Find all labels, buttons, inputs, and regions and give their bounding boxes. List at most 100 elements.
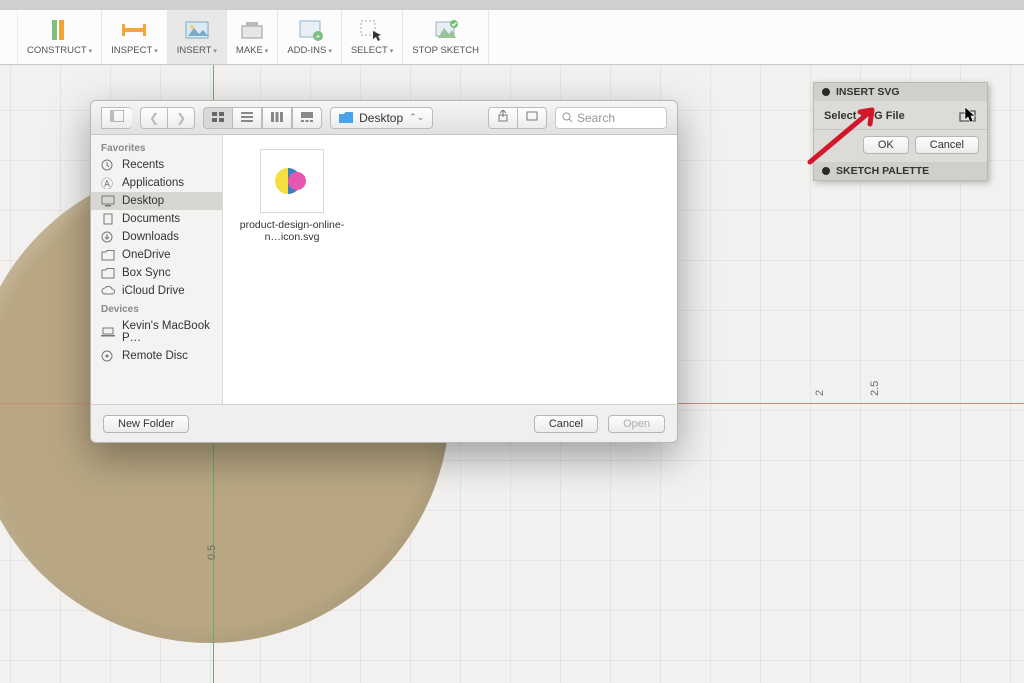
- inspect-label: INSPECT: [111, 45, 158, 56]
- sidebar-item-label: Recents: [122, 159, 164, 171]
- inspect-icon: [120, 18, 148, 42]
- dialog-open-button[interactable]: Open: [608, 415, 665, 433]
- insert-svg-panel[interactable]: INSERT SVG Select SVG File OK Cancel SKE…: [813, 82, 988, 181]
- toolbar-edge: [0, 10, 18, 64]
- sidebar-item-applications[interactable]: Ⓐ Applications: [91, 174, 222, 192]
- panel-ok-button[interactable]: OK: [863, 136, 909, 154]
- view-icons-button[interactable]: [203, 107, 232, 129]
- select-file-label: Select SVG File: [824, 110, 905, 122]
- sidebar-toggle-button[interactable]: [101, 107, 132, 129]
- construct-menu[interactable]: CONSTRUCT: [18, 10, 102, 64]
- cloud-icon: [101, 285, 115, 297]
- share-button[interactable]: [488, 107, 517, 129]
- tags-button[interactable]: [517, 107, 547, 129]
- dimension-label: 2: [814, 390, 826, 396]
- panel-header[interactable]: INSERT SVG: [814, 83, 987, 101]
- sidebar-item-downloads[interactable]: Downloads: [91, 228, 222, 246]
- grid-icon: [212, 112, 224, 122]
- insert-icon: [183, 18, 211, 42]
- sidebar-item-box-sync[interactable]: Box Sync: [91, 264, 222, 282]
- search-field[interactable]: Search: [555, 107, 667, 129]
- folder-icon: [101, 249, 115, 261]
- panel-actions: OK Cancel: [814, 129, 987, 162]
- sidebar-item-label: Desktop: [122, 195, 164, 207]
- sidebar-item-onedrive[interactable]: OneDrive: [91, 246, 222, 264]
- sidebar-item-label: OneDrive: [122, 249, 171, 261]
- file-area[interactable]: product-design-online-n…icon.svg: [223, 135, 677, 404]
- new-folder-button[interactable]: New Folder: [103, 415, 189, 433]
- addins-label: ADD-INS: [287, 45, 332, 56]
- select-icon: [358, 18, 386, 42]
- insert-menu[interactable]: INSERT: [168, 10, 227, 64]
- stop-sketch-icon: [432, 18, 460, 42]
- sidebar-item-remote-disc[interactable]: Remote Disc: [91, 347, 222, 365]
- forward-button[interactable]: ❯: [167, 107, 195, 129]
- view-list-button[interactable]: [232, 107, 262, 129]
- window-top-stripe: [0, 0, 1024, 10]
- sidebar-icon: [110, 110, 124, 122]
- dimension-label: 2.5: [869, 381, 881, 396]
- sidebar-item-label: Documents: [122, 213, 180, 225]
- action-seg[interactable]: [488, 107, 547, 129]
- back-button[interactable]: ❮: [140, 107, 167, 129]
- dimension-label: 0.5: [206, 545, 218, 560]
- sidebar-item-icloud-drive[interactable]: iCloud Drive: [91, 282, 222, 300]
- sidebar-item-label: Applications: [122, 177, 184, 189]
- sidebar-toggle-seg[interactable]: [101, 107, 132, 129]
- sidebar-item-recents[interactable]: Recents: [91, 156, 222, 174]
- laptop-icon: [101, 326, 115, 338]
- file-open-dialog[interactable]: ❮ ❯ Desktop ⌃⌄: [90, 100, 678, 443]
- share-icon: [497, 110, 509, 122]
- sketch-palette-header[interactable]: SKETCH PALETTE: [814, 162, 987, 180]
- search-icon: [562, 112, 573, 123]
- view-mode-seg[interactable]: [203, 107, 322, 129]
- panel-body: Select SVG File: [814, 101, 987, 129]
- sidebar-item-label: Remote Disc: [122, 350, 188, 362]
- select-menu[interactable]: SELECT: [342, 10, 403, 64]
- svg-preview-icon: [272, 161, 312, 201]
- folder-icon: [101, 267, 115, 279]
- select-label: SELECT: [351, 45, 393, 56]
- desktop-icon: [101, 195, 115, 207]
- apps-icon: Ⓐ: [101, 177, 115, 189]
- list-icon: [241, 112, 253, 122]
- sidebar-item-label: iCloud Drive: [122, 285, 185, 297]
- sidebar-section-devices: Devices: [91, 300, 222, 317]
- construct-label: CONSTRUCT: [27, 45, 92, 56]
- location-dropdown[interactable]: Desktop ⌃⌄: [330, 107, 433, 129]
- collapse-icon[interactable]: [822, 88, 830, 96]
- file-thumbnail: [260, 149, 324, 213]
- sidebar-item-label: Downloads: [122, 231, 179, 243]
- sidebar-item-kevin-s-macbook-p-[interactable]: Kevin's MacBook P…: [91, 317, 222, 347]
- main-toolbar: CONSTRUCT INSPECT INSERT MAKE + ADD-INS …: [0, 10, 1024, 65]
- view-gallery-button[interactable]: [292, 107, 322, 129]
- dialog-toolbar: ❮ ❯ Desktop ⌃⌄: [91, 101, 677, 135]
- stop-sketch-button[interactable]: STOP SKETCH: [403, 10, 489, 64]
- sidebar: Favorites Recents Ⓐ Applications Desktop Doc…: [91, 135, 223, 404]
- columns-icon: [271, 112, 283, 122]
- stop-sketch-label: STOP SKETCH: [412, 45, 479, 56]
- file-item[interactable]: product-design-online-n…icon.svg: [237, 149, 347, 243]
- insert-label: INSERT: [177, 45, 217, 56]
- sidebar-item-documents[interactable]: Documents: [91, 210, 222, 228]
- make-label: MAKE: [236, 45, 268, 56]
- collapse-icon[interactable]: [822, 167, 830, 175]
- cursor-icon: [964, 106, 978, 124]
- history-seg[interactable]: ❮ ❯: [140, 107, 195, 129]
- inspect-menu[interactable]: INSPECT: [102, 10, 168, 64]
- svg-text:Ⓐ: Ⓐ: [101, 177, 113, 189]
- addins-menu[interactable]: + ADD-INS: [278, 10, 342, 64]
- addins-icon: +: [296, 18, 324, 42]
- dialog-cancel-button[interactable]: Cancel: [534, 415, 598, 433]
- panel-cancel-button[interactable]: Cancel: [915, 136, 979, 154]
- view-columns-button[interactable]: [262, 107, 292, 129]
- make-menu[interactable]: MAKE: [227, 10, 278, 64]
- gallery-icon: [301, 112, 313, 122]
- chevron-updown-icon: ⌃⌄: [409, 112, 424, 123]
- recents-icon: [101, 159, 115, 171]
- sidebar-section-favorites: Favorites: [91, 139, 222, 156]
- sidebar-item-desktop[interactable]: Desktop: [91, 192, 222, 210]
- disc-icon: [101, 350, 115, 362]
- construct-icon: [46, 18, 74, 42]
- make-icon: [238, 18, 266, 42]
